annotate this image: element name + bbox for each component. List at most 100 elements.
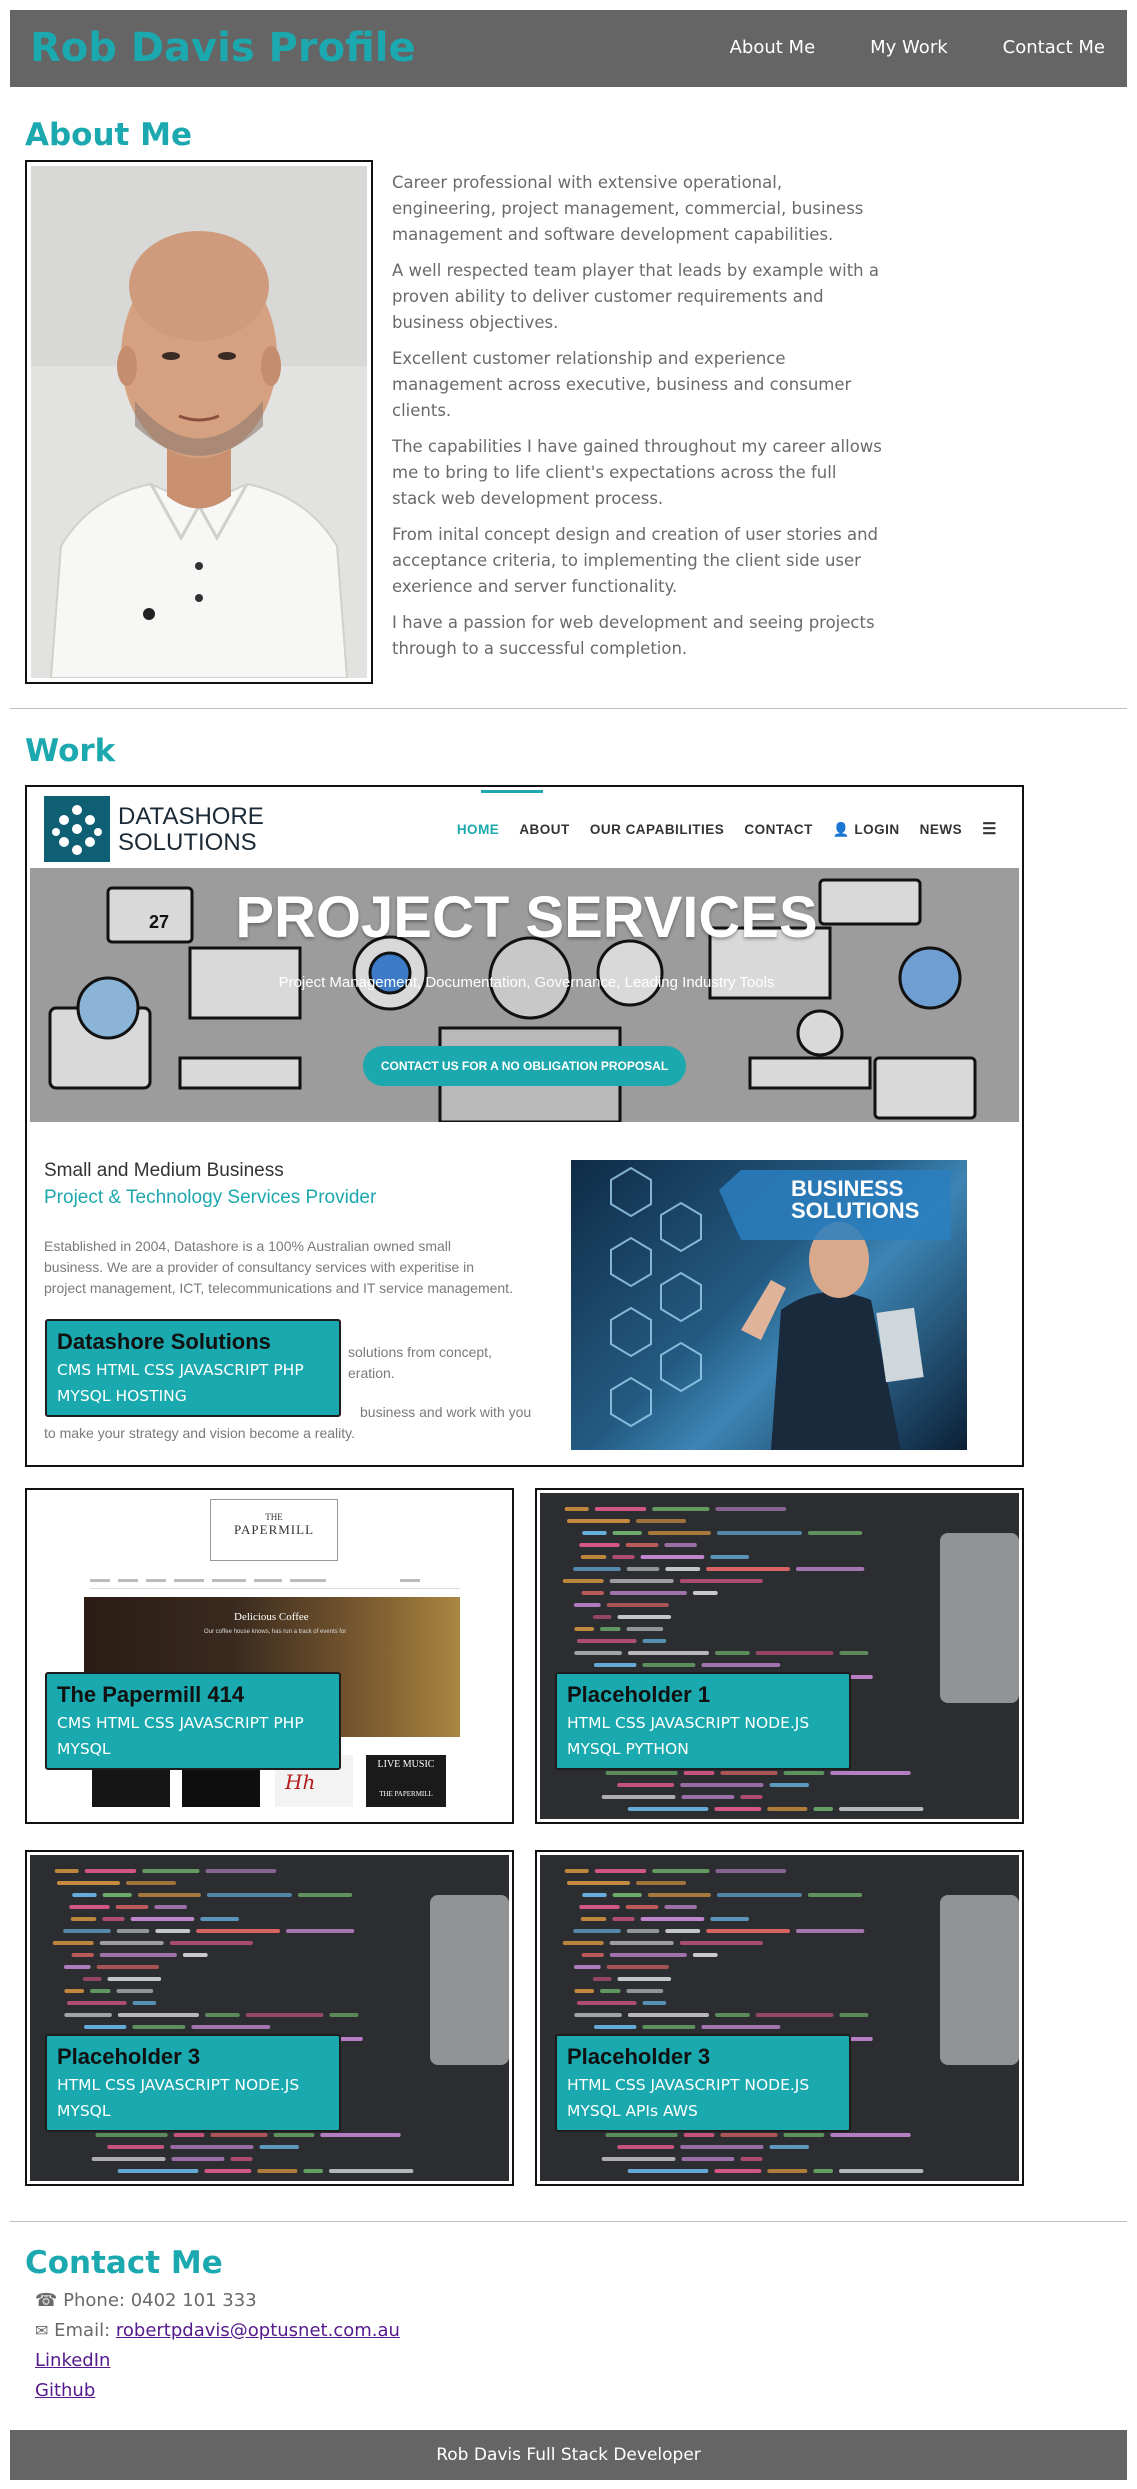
hero-title: PROJECT SERVICES (235, 885, 818, 950)
section-divider (10, 2221, 1127, 2222)
code-line (627, 2013, 709, 2017)
code-line (102, 1917, 125, 1921)
nav-my-work[interactable]: My Work (870, 36, 947, 60)
code-illustration (52, 1869, 509, 2173)
papermill-thumb-4: LIVE MUSIC THE PAPERMILL (366, 1755, 446, 1807)
code-line (740, 1795, 763, 1799)
code-line (579, 1905, 620, 1909)
code-line (562, 1579, 604, 1583)
code-line (562, 1941, 604, 1945)
code-line (99, 1941, 164, 1945)
code-line (574, 1989, 594, 1993)
project-title: Datashore Solutions (57, 1329, 271, 1354)
code-line (200, 1917, 239, 1921)
phone-icon: ☎ (35, 2290, 58, 2311)
project-card-placeholder-1[interactable]: Placeholder 1 HTML CSS JAVASCRIPT NODE.J… (535, 1488, 1024, 1824)
code-line (664, 1543, 697, 1547)
papermill-hero-text: Delicious Coffee (234, 1611, 309, 1623)
code-line (573, 1929, 621, 1933)
hero-subtitle: Project Management, Documentation, Gover… (278, 974, 775, 991)
code-line (71, 1953, 94, 1957)
code-line (581, 1953, 604, 1957)
code-line (617, 1977, 672, 1981)
code-line (303, 2169, 323, 2173)
github-link[interactable]: Github (35, 2378, 95, 2404)
nav-contact-me[interactable]: Contact Me (1003, 36, 1105, 60)
business-solutions-image: BUSINESS SOLUTIONS (571, 1160, 967, 1450)
code-line (839, 2013, 869, 2017)
code-line (72, 1893, 97, 1897)
project-card-papermill[interactable]: THE PAPERMILL Delicious Coffee Our coffe… (25, 1488, 514, 1824)
papermill-screenshot: THE PAPERMILL Delicious Coffee Our coffe… (30, 1493, 509, 1819)
code-line (64, 1989, 84, 1993)
code-line (807, 1893, 863, 1897)
email-link[interactable]: robertpdavis@optusnet.com.au (116, 2320, 400, 2341)
code-line (592, 1977, 612, 1981)
about-heading: About Me (25, 117, 193, 153)
code-line (625, 1905, 659, 1909)
code-line (63, 1965, 91, 1969)
code-line (210, 2133, 268, 2137)
code-line (594, 1663, 637, 1667)
datashore-nav-contact: CONTACT (744, 822, 813, 837)
code-screenshot (30, 1855, 509, 2181)
phone-text: Phone: 0402 101 333 (63, 2290, 257, 2311)
code-line (714, 2169, 762, 2173)
project-card-placeholder-3[interactable]: Placeholder 3 HTML CSS JAVASCRIPT NODE.J… (25, 1850, 514, 2186)
code-line (107, 2145, 165, 2149)
code-line (605, 2133, 678, 2137)
linkedin-link[interactable]: LinkedIn (35, 2348, 110, 2374)
code-line (681, 1795, 735, 1799)
code-line (574, 1651, 622, 1655)
code-line (680, 1783, 764, 1787)
contact-heading: Contact Me (25, 2245, 223, 2281)
code-line (567, 1519, 630, 1523)
project-caption: The Papermill 414 CMS HTML CSS JAVASCRIP… (45, 1672, 341, 1770)
code-line (601, 1795, 676, 1799)
site-title: Rob Davis Profile (30, 25, 416, 71)
code-line (796, 1929, 865, 1933)
code-line (625, 1543, 659, 1547)
site-header: Rob Davis Profile About Me My Work Conta… (10, 10, 1127, 87)
code-line (107, 1977, 162, 1981)
code-line (609, 1591, 687, 1595)
code-line (102, 1893, 132, 1897)
code-line (679, 1941, 763, 1945)
code-line (63, 1929, 111, 1933)
nav-about-me[interactable]: About Me (730, 36, 816, 60)
code-line (564, 1869, 589, 1873)
code-line (64, 2013, 112, 2017)
business-badge-text: BUSINESS SOLUTIONS (791, 1176, 920, 1223)
code-line (720, 2133, 778, 2137)
datashore-subheading: Small and Medium Business (44, 1160, 284, 1181)
project-tags: HTML CSS JAVASCRIPT NODE.JS MYSQL APIs A… (567, 2076, 810, 2120)
datashore-nav-login: 👤 LOGIN (832, 822, 900, 837)
code-line (679, 1579, 763, 1583)
code-line (839, 2169, 924, 2173)
code-line (582, 1893, 607, 1897)
code-line (579, 1543, 620, 1547)
code-line (796, 1567, 865, 1571)
code-line (95, 2133, 168, 2137)
code-line (640, 1555, 705, 1559)
code-line (609, 1953, 687, 1957)
datashore-body-text-2: solutions from concept, (348, 1344, 492, 1360)
code-line (573, 1965, 601, 1969)
code-line (715, 1869, 787, 1873)
code-line (665, 1929, 701, 1933)
code-line (701, 2025, 781, 2029)
envelope-icon: ✉ (35, 2321, 49, 2340)
code-line (580, 1917, 607, 1921)
code-line (574, 2013, 622, 2017)
datashore-nav: HOME ABOUT OUR CAPABILITIES CONTACT 👤 LO… (456, 821, 997, 839)
datashore-nav-home: HOME (456, 822, 500, 837)
code-line (813, 1807, 833, 1811)
project-card-placeholder-3b[interactable]: Placeholder 3 HTML CSS JAVASCRIPT NODE.J… (535, 1850, 1024, 2186)
datashore-body-text-4: to make your strategy and vision become … (44, 1425, 356, 1441)
code-line (740, 2157, 763, 2161)
code-line (204, 2169, 252, 2173)
project-card-datashore[interactable]: DATASHORE SOLUTIONS HOME ABOUT OUR CAPAB… (25, 785, 1024, 1467)
project-caption: Placeholder 3 HTML CSS JAVASCRIPT NODE.J… (555, 2034, 851, 2132)
code-line (652, 1869, 710, 1873)
code-line (116, 1929, 150, 1933)
